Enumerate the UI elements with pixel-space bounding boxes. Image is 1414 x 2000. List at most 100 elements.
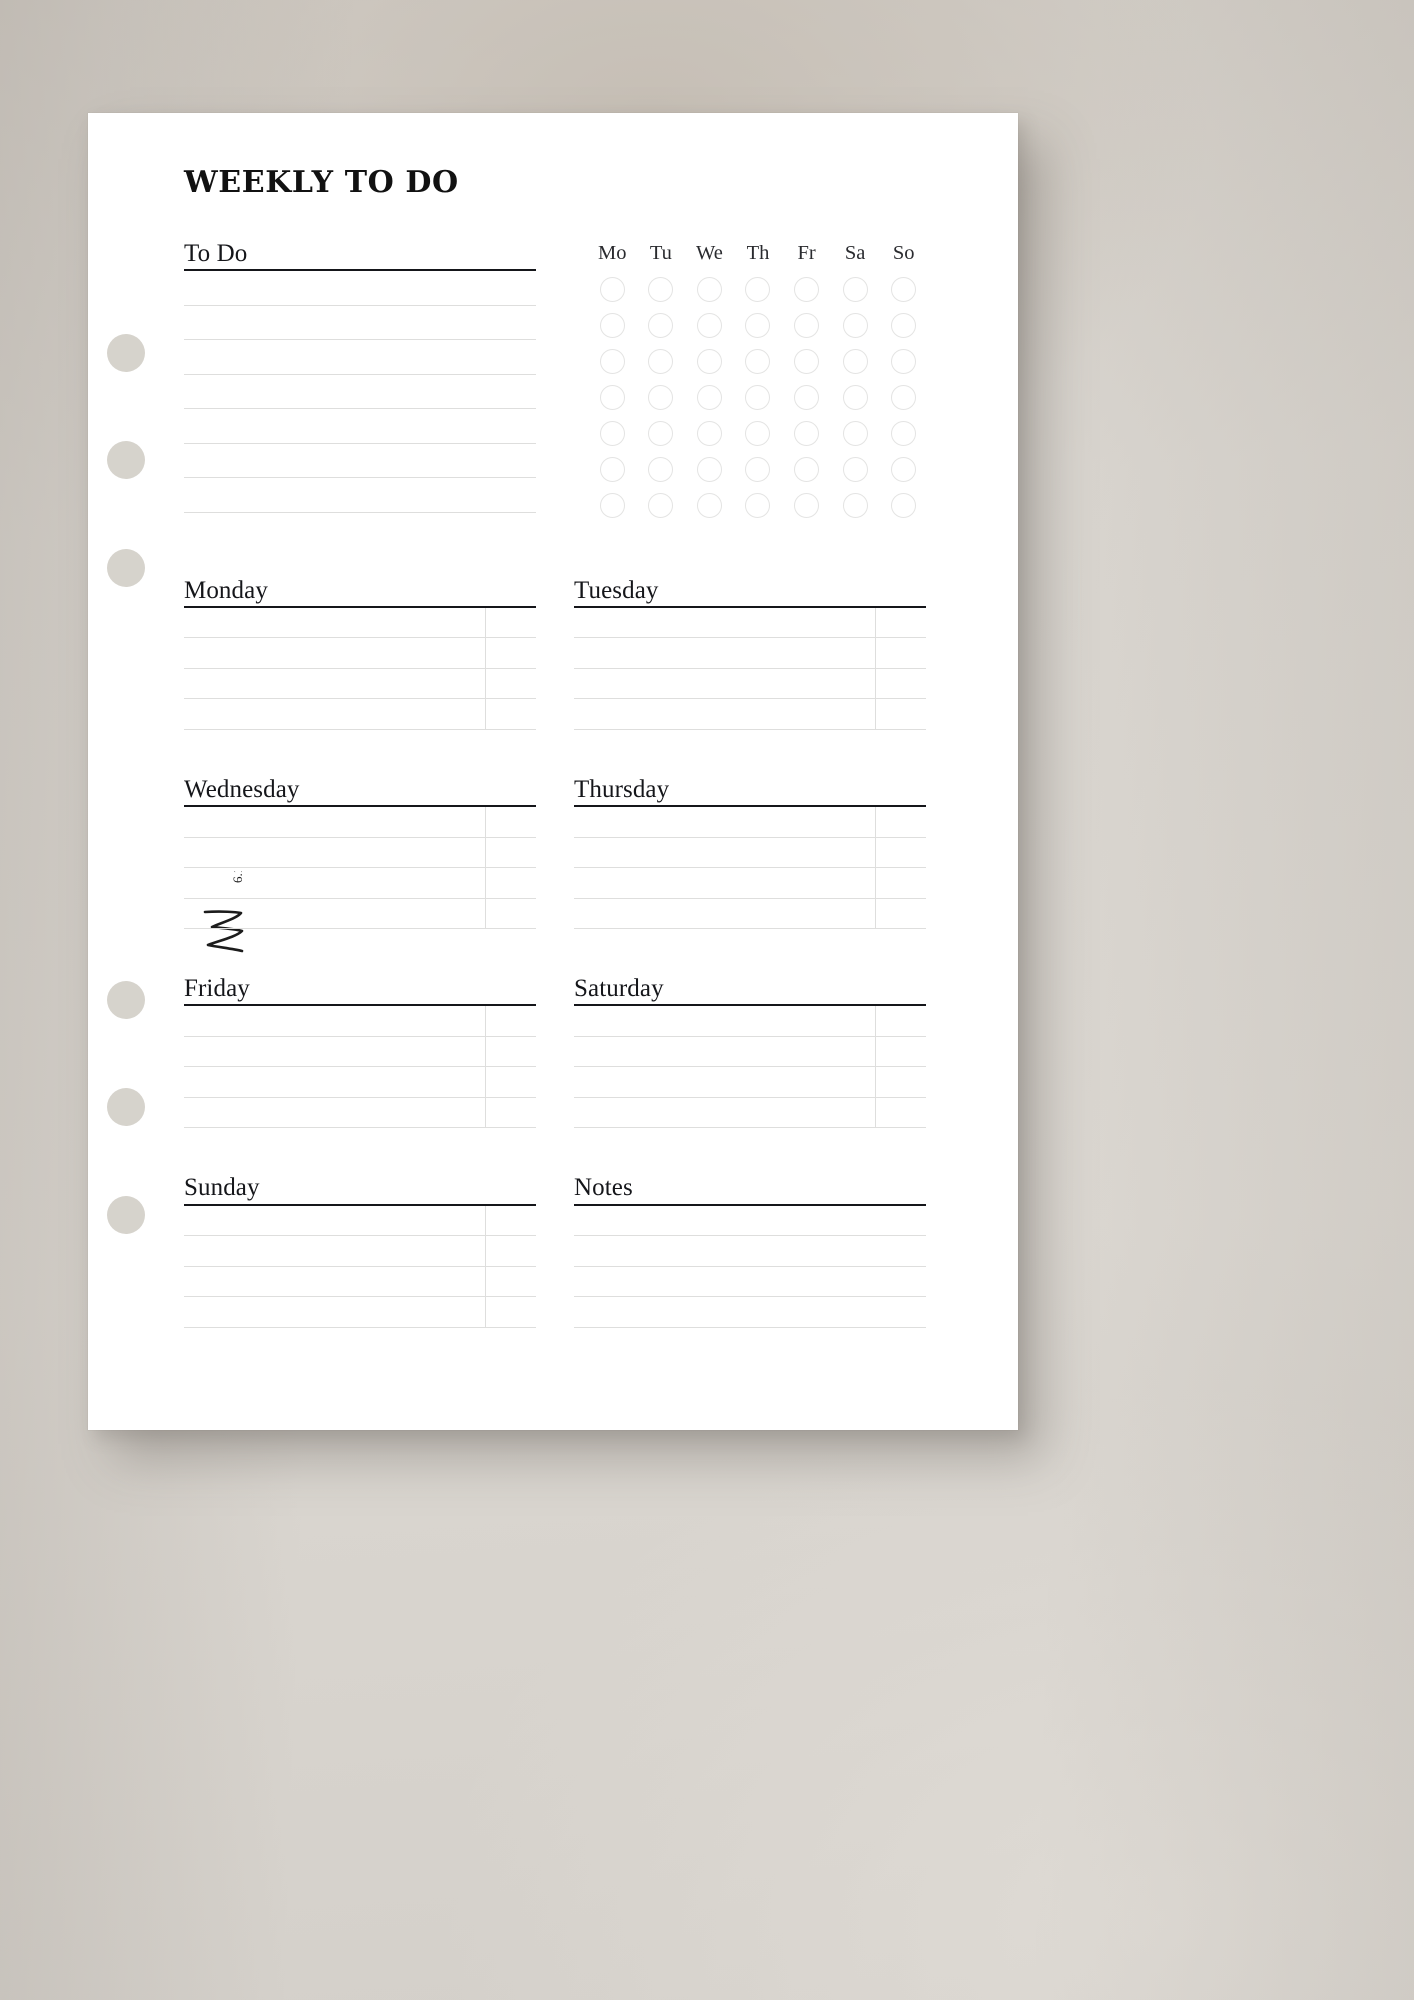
page-title: WEEKLY TO DO: [184, 165, 459, 200]
tracker-circle[interactable]: [696, 385, 722, 410]
tracker-circle[interactable]: [794, 421, 820, 446]
tracker-circle[interactable]: [745, 385, 771, 410]
day-line[interactable]: [574, 1236, 926, 1267]
tracker-circle[interactable]: [599, 493, 625, 518]
tracker-circle[interactable]: [696, 457, 722, 482]
day-block-friday: Friday: [184, 975, 536, 1129]
day-line[interactable]: [184, 1067, 536, 1098]
tracker-circle[interactable]: [891, 493, 917, 518]
tracker-circle[interactable]: [696, 493, 722, 518]
tracker-circle[interactable]: [891, 385, 917, 410]
day-line[interactable]: [574, 638, 926, 669]
tracker-circle[interactable]: [842, 313, 868, 338]
tracker-circle[interactable]: [794, 493, 820, 518]
day-line[interactable]: [574, 807, 926, 838]
day-line[interactable]: [574, 1267, 926, 1297]
day-write-lines[interactable]: [184, 607, 536, 730]
tracker-circle[interactable]: [648, 493, 674, 518]
day-write-lines[interactable]: [574, 607, 926, 730]
day-line[interactable]: [184, 638, 536, 669]
day-line[interactable]: [184, 699, 536, 730]
day-line[interactable]: [184, 807, 536, 838]
day-write-lines[interactable]: [184, 807, 536, 929]
tracker-circle[interactable]: [842, 493, 868, 518]
tracker-circle[interactable]: [794, 277, 820, 302]
day-line[interactable]: [184, 868, 536, 899]
todo-line[interactable]: [184, 409, 536, 444]
day-line[interactable]: [574, 608, 926, 639]
day-line[interactable]: [184, 1206, 536, 1236]
tracker-circle[interactable]: [794, 349, 820, 374]
day-line[interactable]: [184, 1006, 536, 1037]
tracker-circle[interactable]: [696, 421, 722, 446]
day-line[interactable]: [184, 838, 536, 868]
day-line[interactable]: [184, 1037, 536, 1068]
tracker-circle[interactable]: [599, 385, 625, 410]
todo-write-lines[interactable]: [184, 271, 536, 513]
day-line[interactable]: [574, 1297, 926, 1328]
todo-line[interactable]: [184, 271, 536, 306]
day-line[interactable]: [184, 899, 536, 929]
day-line[interactable]: [184, 1267, 536, 1297]
todo-line[interactable]: [184, 340, 536, 375]
tracker-circle[interactable]: [891, 277, 917, 302]
tracker-circle[interactable]: [599, 349, 625, 374]
tracker-circle[interactable]: [599, 421, 625, 446]
day-line[interactable]: [574, 669, 926, 700]
day-line[interactable]: [184, 1098, 536, 1129]
tracker-circle[interactable]: [745, 313, 771, 338]
tracker-circle[interactable]: [648, 277, 674, 302]
tracker-circle[interactable]: [696, 313, 722, 338]
tracker-circle[interactable]: [648, 421, 674, 446]
tracker-circle-grid[interactable]: [588, 272, 928, 524]
day-line[interactable]: [574, 1037, 926, 1068]
tracker-circle[interactable]: [648, 457, 674, 482]
todo-line[interactable]: [184, 306, 536, 341]
day-line[interactable]: [574, 699, 926, 730]
tracker-circle[interactable]: [794, 385, 820, 410]
tracker-circle[interactable]: [648, 385, 674, 410]
tracker-circle[interactable]: [891, 421, 917, 446]
tracker-circle[interactable]: [648, 349, 674, 374]
day-line[interactable]: [574, 838, 926, 868]
tracker-circle[interactable]: [745, 421, 771, 446]
tracker-circle[interactable]: [696, 349, 722, 374]
day-write-lines[interactable]: [184, 1006, 536, 1129]
todo-line[interactable]: [184, 444, 536, 479]
tracker-circle[interactable]: [599, 313, 625, 338]
day-line[interactable]: [184, 669, 536, 700]
tracker-circle[interactable]: [794, 457, 820, 482]
tracker-circle[interactable]: [794, 313, 820, 338]
tracker-circle[interactable]: [842, 349, 868, 374]
day-write-lines[interactable]: [574, 1006, 926, 1129]
day-write-lines[interactable]: [574, 1206, 926, 1328]
day-line[interactable]: [574, 868, 926, 899]
tracker-circle[interactable]: [891, 349, 917, 374]
tracker-circle[interactable]: [842, 277, 868, 302]
tracker-circle[interactable]: [842, 421, 868, 446]
tracker-circle[interactable]: [745, 277, 771, 302]
day-line[interactable]: [184, 1297, 536, 1328]
tracker-circle[interactable]: [891, 457, 917, 482]
tracker-circle[interactable]: [891, 313, 917, 338]
day-write-lines[interactable]: [184, 1205, 536, 1328]
tracker-circle[interactable]: [745, 457, 771, 482]
tracker-circle[interactable]: [745, 349, 771, 374]
tracker-circle[interactable]: [599, 457, 625, 482]
day-line[interactable]: [574, 1006, 926, 1037]
tracker-circle[interactable]: [745, 493, 771, 518]
day-write-lines[interactable]: [574, 807, 926, 929]
tracker-circle[interactable]: [599, 277, 625, 302]
tracker-circle[interactable]: [842, 385, 868, 410]
day-line[interactable]: [574, 899, 926, 929]
todo-line[interactable]: [184, 478, 536, 513]
tracker-circle[interactable]: [696, 277, 722, 302]
todo-line[interactable]: [184, 375, 536, 410]
day-line[interactable]: [184, 1236, 536, 1267]
tracker-circle[interactable]: [842, 457, 868, 482]
day-line[interactable]: [574, 1098, 926, 1129]
day-line[interactable]: [574, 1206, 926, 1236]
day-line[interactable]: [184, 608, 536, 639]
tracker-circle[interactable]: [648, 313, 674, 338]
day-line[interactable]: [574, 1067, 926, 1098]
